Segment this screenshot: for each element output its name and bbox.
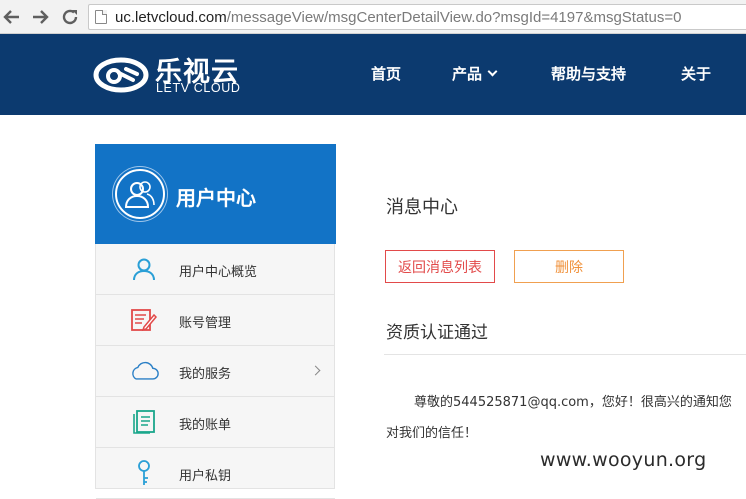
divider: [384, 354, 746, 355]
sidebar-item-overview[interactable]: 用户中心概览: [96, 244, 335, 295]
page-icon: [95, 10, 107, 24]
arrow-right-icon[interactable]: [29, 6, 51, 28]
page-title: 消息中心: [386, 197, 458, 218]
url-text: uc.letvcloud.com/messageView/msgCenterDe…: [115, 9, 681, 26]
nav-products[interactable]: 产品: [452, 63, 498, 84]
cloud-icon: [129, 357, 159, 385]
sidebar: 用户中心 用户中心概览 账号管理 我的服务 我的账单 用户私钥: [95, 144, 336, 499]
chevron-right-icon: [310, 365, 321, 376]
message-subject: 资质认证通过: [386, 323, 488, 343]
edit-document-icon: [129, 306, 159, 334]
nav-help[interactable]: 帮助与支持: [551, 63, 626, 84]
watermark: www.wooyun.org: [540, 449, 707, 471]
arrow-left-icon[interactable]: [1, 6, 23, 28]
site-header: 乐视云 LETV CLOUD 首页 产品 帮助与支持 关于: [0, 34, 746, 115]
sidebar-item-label: 我的服务: [179, 367, 232, 382]
address-bar[interactable]: uc.letvcloud.com/messageView/msgCenterDe…: [88, 4, 746, 30]
back-to-list-button[interactable]: 返回消息列表: [385, 250, 495, 283]
url-host: uc.letvcloud.com: [115, 8, 227, 26]
nav-products-label: 产品: [452, 65, 483, 83]
sidebar-item-label: 我的账单: [179, 418, 232, 433]
sidebar-item-services[interactable]: 我的服务: [96, 346, 335, 397]
sidebar-title: 用户中心: [176, 186, 256, 210]
nav-home-label: 首页: [371, 65, 402, 83]
sidebar-item-label: 用户私钥: [179, 469, 232, 484]
users-icon: [115, 169, 165, 219]
browser-toolbar: uc.letvcloud.com/messageView/msgCenterDe…: [0, 0, 746, 34]
reload-icon[interactable]: [59, 6, 81, 28]
message-body-line: 尊敬的544525871@qq.com，您好！很高兴的通知您: [414, 395, 732, 410]
bill-icon: [129, 408, 159, 436]
nav-help-label: 帮助与支持: [551, 65, 627, 83]
url-path: /messageView/msgCenterDetailView.do?msgI…: [226, 8, 682, 26]
logo[interactable]: 乐视云 LETV CLOUD: [93, 49, 253, 99]
delete-button[interactable]: 删除: [514, 250, 624, 283]
user-icon: [129, 255, 159, 283]
message-body-line: 对我们的信任！: [386, 426, 478, 441]
sidebar-item-keys[interactable]: 用户私钥: [96, 448, 335, 499]
nav-home[interactable]: 首页: [371, 63, 401, 84]
nav-about-label: 关于: [681, 65, 712, 83]
letv-cloud-logo-icon: [93, 57, 149, 93]
chevron-down-icon: [487, 66, 498, 77]
nav-about[interactable]: 关于: [681, 63, 711, 84]
key-icon: [129, 459, 159, 487]
sidebar-item-label: 账号管理: [179, 316, 232, 331]
logo-text-en: LETV CLOUD: [156, 81, 241, 95]
main-content: 消息中心 返回消息列表 删除 资质认证通过 尊敬的544525871@qq.co…: [335, 144, 746, 489]
sidebar-item-account[interactable]: 账号管理: [96, 295, 335, 346]
sidebar-header: 用户中心: [95, 144, 336, 244]
sidebar-item-label: 用户中心概览: [179, 265, 258, 280]
sidebar-item-bills[interactable]: 我的账单: [96, 397, 335, 448]
